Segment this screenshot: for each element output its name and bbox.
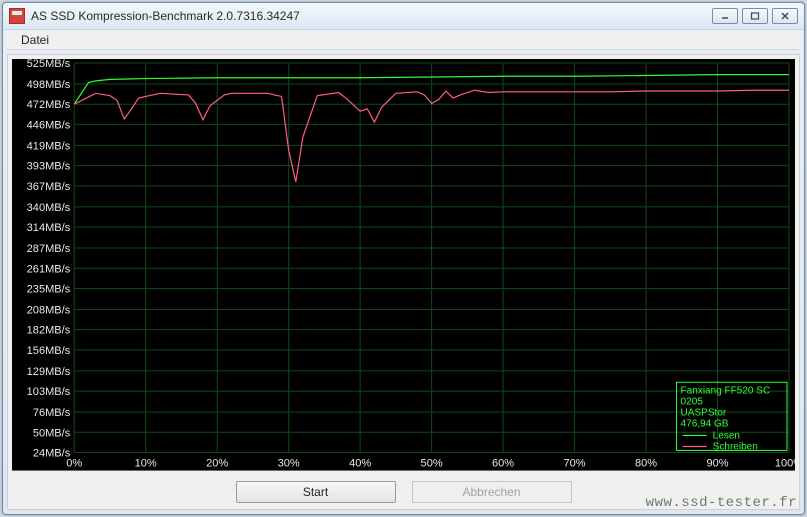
svg-text:367MB/s: 367MB/s: [27, 181, 71, 193]
svg-text:UASPStor: UASPStor: [681, 408, 727, 419]
svg-text:314MB/s: 314MB/s: [27, 223, 71, 235]
svg-text:30%: 30%: [278, 458, 300, 470]
svg-text:76MB/s: 76MB/s: [33, 408, 71, 420]
titlebar: AS SSD Kompression-Benchmark 2.0.7316.34…: [3, 3, 804, 30]
svg-text:103MB/s: 103MB/s: [27, 387, 71, 399]
content-panel: 525MB/s 498MB/s 472MB/s 446MB/s 419MB/s 393MB…: [7, 54, 800, 510]
window-controls: [712, 8, 798, 24]
svg-text:208MB/s: 208MB/s: [27, 305, 71, 317]
minimize-button[interactable]: [712, 8, 738, 24]
svg-text:70%: 70%: [564, 458, 586, 470]
svg-text:235MB/s: 235MB/s: [27, 284, 71, 296]
svg-text:50MB/s: 50MB/s: [33, 428, 71, 440]
svg-text:0205: 0205: [681, 397, 704, 408]
svg-text:156MB/s: 156MB/s: [27, 345, 71, 357]
maximize-button[interactable]: [742, 8, 768, 24]
app-window: AS SSD Kompression-Benchmark 2.0.7316.34…: [2, 2, 805, 515]
svg-text:100%: 100%: [775, 458, 795, 470]
svg-text:472MB/s: 472MB/s: [27, 100, 71, 112]
svg-text:50%: 50%: [421, 458, 443, 470]
svg-text:446MB/s: 446MB/s: [27, 120, 71, 132]
menubar: Datei: [7, 30, 800, 51]
svg-text:393MB/s: 393MB/s: [27, 161, 71, 173]
chart-svg: 525MB/s 498MB/s 472MB/s 446MB/s 419MB/s 393MB…: [12, 59, 795, 471]
watermark: www.ssd-tester.fr: [646, 495, 797, 511]
svg-text:129MB/s: 129MB/s: [27, 366, 71, 378]
app-icon: [9, 8, 25, 24]
svg-text:90%: 90%: [706, 458, 728, 470]
close-button[interactable]: [772, 8, 798, 24]
svg-text:10%: 10%: [135, 458, 157, 470]
svg-text:24MB/s: 24MB/s: [33, 448, 71, 460]
svg-text:80%: 80%: [635, 458, 657, 470]
svg-text:287MB/s: 287MB/s: [27, 243, 71, 255]
abort-button: Abbrechen: [412, 481, 572, 503]
svg-text:419MB/s: 419MB/s: [27, 141, 71, 153]
svg-text:340MB/s: 340MB/s: [27, 202, 71, 214]
svg-text:525MB/s: 525MB/s: [27, 59, 71, 70]
svg-text:182MB/s: 182MB/s: [27, 325, 71, 337]
svg-text:40%: 40%: [349, 458, 371, 470]
svg-text:476,94 GB: 476,94 GB: [681, 419, 729, 430]
svg-text:20%: 20%: [206, 458, 228, 470]
menu-datei[interactable]: Datei: [13, 31, 57, 49]
chart: 525MB/s 498MB/s 472MB/s 446MB/s 419MB/s 393MB…: [12, 59, 795, 471]
svg-text:Lesen: Lesen: [713, 431, 740, 442]
svg-text:Schreiben: Schreiben: [713, 442, 758, 453]
svg-text:498MB/s: 498MB/s: [27, 79, 71, 91]
window-title: AS SSD Kompression-Benchmark 2.0.7316.34…: [31, 9, 712, 23]
svg-text:60%: 60%: [492, 458, 514, 470]
svg-text:Fanxiang FF520 SC: Fanxiang FF520 SC: [681, 386, 771, 397]
start-button[interactable]: Start: [236, 481, 396, 503]
svg-text:0%: 0%: [66, 458, 82, 470]
svg-text:261MB/s: 261MB/s: [27, 264, 71, 276]
